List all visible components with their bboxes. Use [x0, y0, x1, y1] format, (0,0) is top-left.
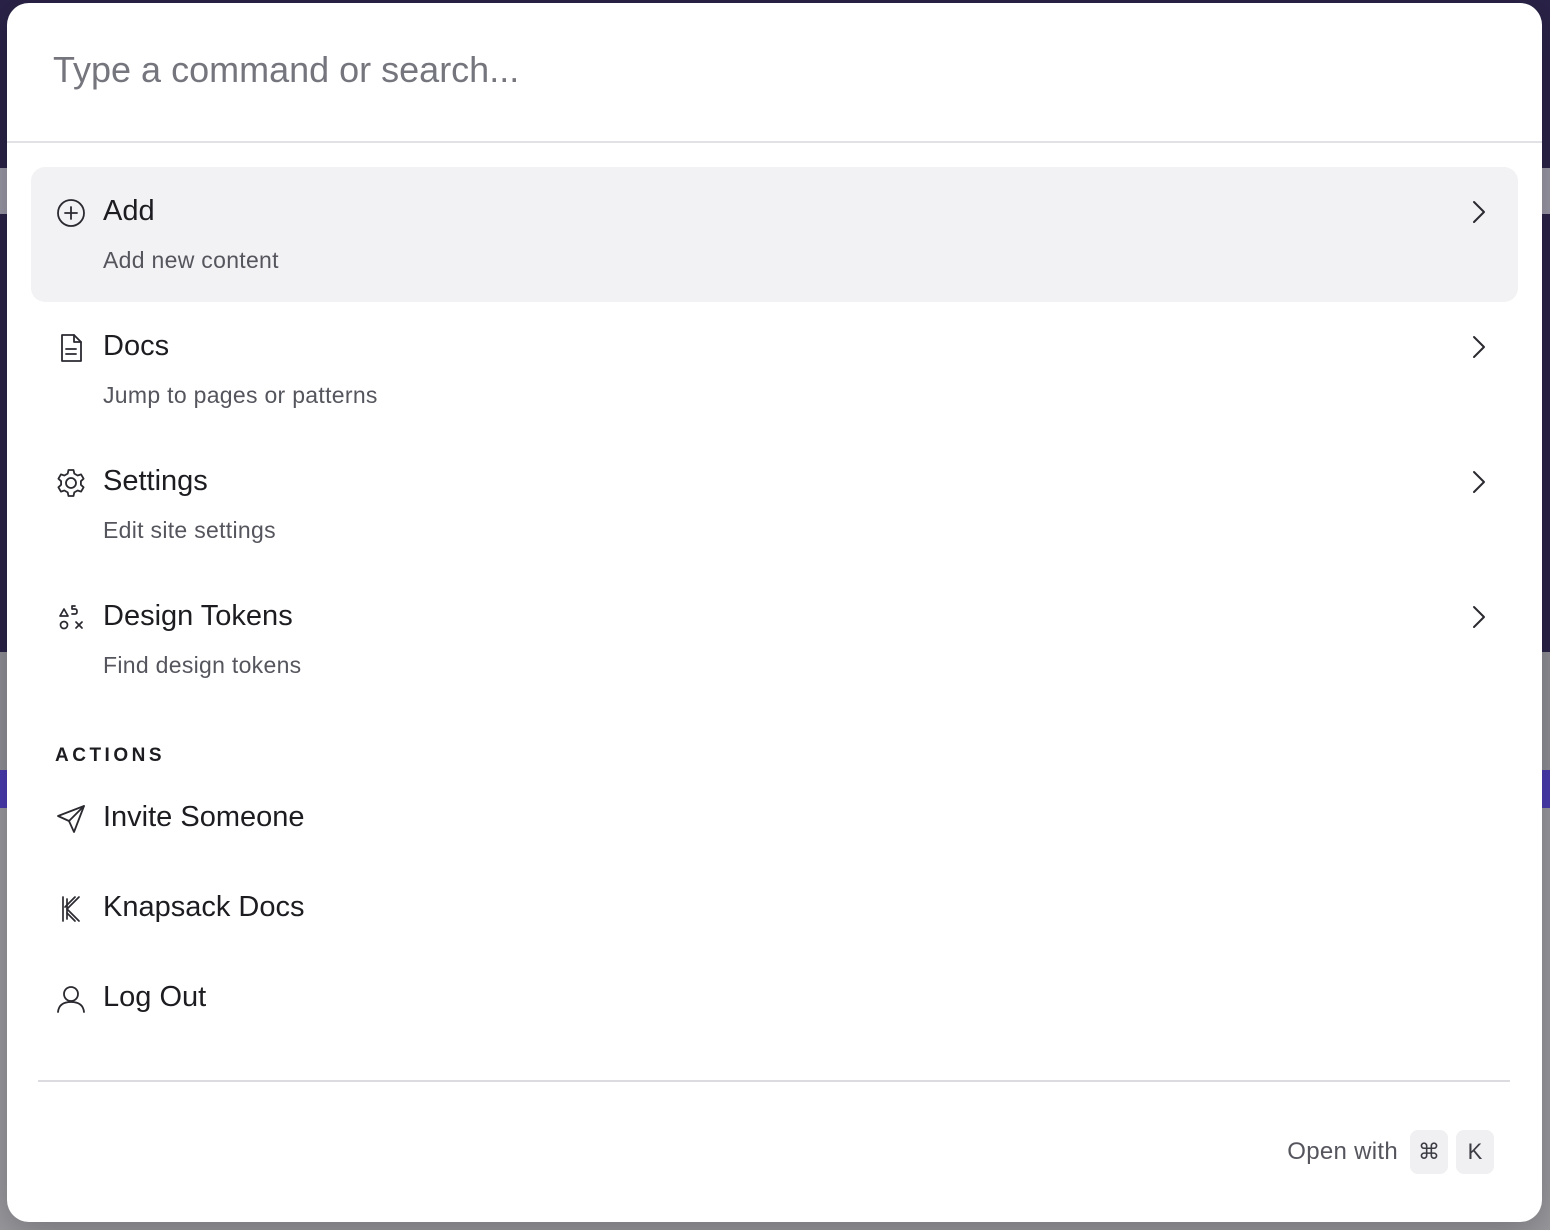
- command-item-add[interactable]: Add Add new content: [31, 167, 1518, 302]
- palette-footer: Open with ⌘ K: [1287, 1130, 1494, 1174]
- open-with-label: Open with: [1287, 1138, 1398, 1165]
- gear-icon: [55, 467, 87, 499]
- command-item-title: Settings: [103, 465, 208, 497]
- action-knapsack-docs[interactable]: Knapsack Docs: [31, 865, 1518, 955]
- command-item-title: Add: [103, 195, 155, 227]
- command-item-description: Add new content: [103, 247, 279, 273]
- chevron-right-icon: [1464, 333, 1492, 361]
- keyboard-key-k: K: [1456, 1130, 1494, 1174]
- command-item-description: Jump to pages or patterns: [103, 382, 378, 408]
- design-tokens-icon: [55, 602, 87, 634]
- command-item-description: Edit site settings: [103, 517, 276, 543]
- user-icon: [55, 983, 87, 1015]
- knapsack-logo-icon: [55, 893, 87, 925]
- footer-divider: [38, 1080, 1510, 1082]
- search-row: [7, 3, 1542, 143]
- action-invite-someone[interactable]: Invite Someone: [31, 775, 1518, 865]
- command-palette: Add Add new content Docs Jump to pages o…: [7, 3, 1542, 1222]
- keyboard-key-command: ⌘: [1410, 1130, 1448, 1174]
- command-search-input[interactable]: [53, 49, 1496, 91]
- command-item-description: Find design tokens: [103, 652, 302, 678]
- command-item-title: Design Tokens: [103, 600, 293, 632]
- document-icon: [55, 332, 87, 364]
- command-item-design-tokens[interactable]: Design Tokens Find design tokens: [31, 572, 1518, 707]
- command-item-settings[interactable]: Settings Edit site settings: [31, 437, 1518, 572]
- command-item-docs[interactable]: Docs Jump to pages or patterns: [31, 302, 1518, 437]
- command-item-title: Docs: [103, 330, 170, 362]
- command-list: Add Add new content Docs Jump to pages o…: [7, 143, 1542, 1045]
- chevron-right-icon: [1464, 468, 1492, 496]
- actions-section-label: ACTIONS: [55, 745, 165, 766]
- action-title: Log Out: [103, 981, 207, 1013]
- action-log-out[interactable]: Log Out: [31, 955, 1518, 1045]
- action-title: Knapsack Docs: [103, 891, 305, 923]
- send-icon: [55, 803, 87, 835]
- chevron-right-icon: [1464, 198, 1492, 226]
- chevron-right-icon: [1464, 603, 1492, 631]
- plus-circle-icon: [55, 197, 87, 229]
- action-title: Invite Someone: [103, 801, 305, 833]
